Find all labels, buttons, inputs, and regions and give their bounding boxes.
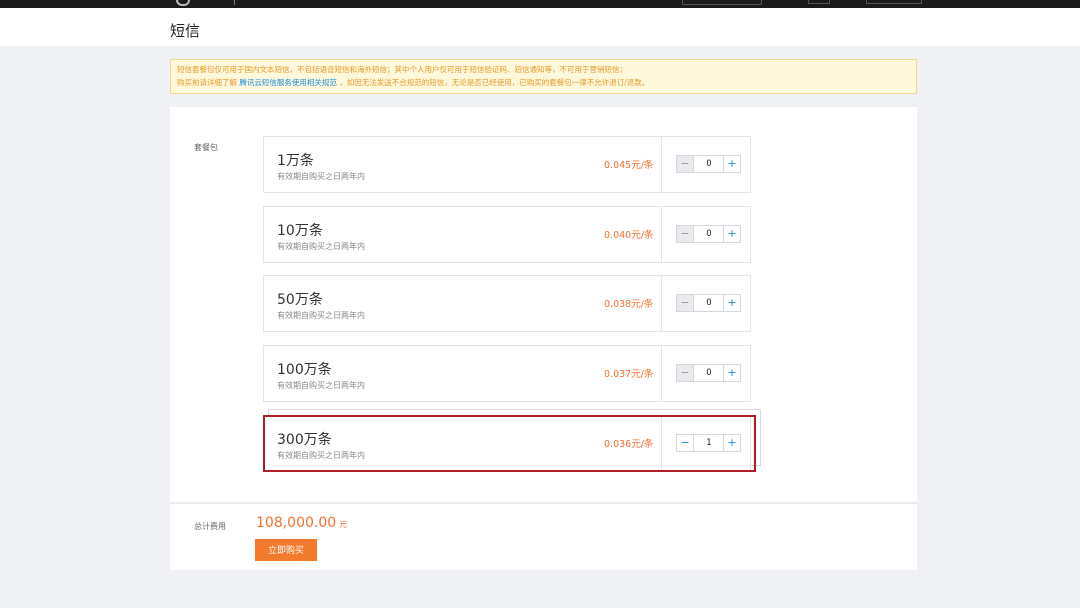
decrease-button[interactable]: − [677, 295, 694, 311]
quantity-stepper: − 0 + [676, 364, 741, 382]
notice-line-1: 短信套餐包仅可用于国内文本短信，不包括语音短信和海外短信；其中个人用户仅可用于短… [177, 65, 627, 74]
package-unit-price: 0.045元/条 [604, 160, 654, 171]
package-name: 300万条 [277, 432, 332, 448]
decrease-button[interactable]: − [677, 226, 694, 242]
package-row[interactable]: 50万条 有效期自购买之日两年内 0.038元/条 − 0 + [263, 275, 751, 332]
nav-separator [234, 0, 235, 5]
package-row[interactable]: 1万条 有效期自购买之日两年内 0.045元/条 − 0 + [263, 136, 751, 193]
decrease-button[interactable]: − [677, 435, 694, 451]
decrease-button[interactable]: − [677, 365, 694, 381]
quantity-input[interactable]: 1 [694, 435, 724, 451]
total-divider [170, 502, 917, 504]
quantity-input[interactable]: 0 [694, 226, 724, 242]
top-nav-bar [0, 0, 1080, 8]
notice-line-2: 购买前请详细了解 腾讯云短信服务使用相关规范 ，如因无法发送不合规范的短信，无论… [177, 76, 910, 89]
package-validity: 有效期自购买之日两年内 [277, 451, 365, 460]
package-validity: 有效期自购买之日两年内 [277, 381, 365, 390]
increase-button[interactable]: + [723, 365, 740, 381]
package-name: 100万条 [277, 362, 332, 378]
total-label: 总计费用 [194, 522, 226, 531]
page-title: 短信 [170, 22, 201, 40]
notice-line-2-suffix: ，如因无法发送不合规范的短信，无论是否已经使用，已购买的套餐包一律不允许退订/退… [339, 78, 650, 87]
top-nav-button[interactable] [808, 0, 830, 4]
cloud-logo-icon[interactable] [176, 0, 190, 6]
increase-button[interactable]: + [723, 435, 740, 451]
page-header: 短信 [0, 8, 1080, 46]
quantity-stepper: − 0 + [676, 294, 741, 312]
quantity-input[interactable]: 0 [694, 365, 724, 381]
row-divider [661, 416, 662, 471]
notice-line-2-prefix: 购买前请详细了解 [177, 78, 237, 87]
package-validity: 有效期自购买之日两年内 [277, 311, 365, 320]
notice-banner: 短信套餐包仅可用于国内文本短信，不包括语音短信和海外短信；其中个人用户仅可用于短… [170, 59, 917, 94]
package-row[interactable]: 100万条 有效期自购买之日两年内 0.037元/条 − 0 + [263, 345, 751, 402]
increase-button[interactable]: + [723, 156, 740, 172]
package-unit-price: 0.037元/条 [604, 369, 654, 380]
quantity-stepper: − 1 + [676, 434, 741, 452]
quantity-input[interactable]: 0 [694, 295, 724, 311]
top-user-menu-button[interactable] [866, 0, 922, 4]
package-validity: 有效期自购买之日两年内 [277, 242, 365, 251]
decrease-button[interactable]: − [677, 156, 694, 172]
package-unit-price: 0.036元/条 [604, 439, 654, 450]
package-row-selected[interactable]: 300万条 有效期自购买之日两年内 0.036元/条 − 1 + [263, 415, 751, 472]
total-amount: 108,000.00 [256, 515, 337, 531]
row-divider [661, 137, 662, 192]
total-currency-unit: 元 [339, 520, 347, 529]
quantity-stepper: − 0 + [676, 155, 741, 173]
quantity-input[interactable]: 0 [694, 156, 724, 172]
usage-rules-link[interactable]: 腾讯云短信服务使用相关规范 [239, 78, 337, 87]
package-name: 1万条 [277, 153, 314, 169]
package-name: 10万条 [277, 223, 323, 239]
package-validity: 有效期自购买之日两年内 [277, 172, 365, 181]
package-unit-price: 0.038元/条 [604, 299, 654, 310]
quantity-stepper: − 0 + [676, 225, 741, 243]
row-divider [661, 276, 662, 331]
package-name: 50万条 [277, 292, 323, 308]
package-unit-price: 0.040元/条 [604, 230, 654, 241]
row-divider [661, 207, 662, 262]
package-section-label: 套餐包 [194, 143, 218, 152]
increase-button[interactable]: + [723, 226, 740, 242]
row-divider [661, 346, 662, 401]
package-row[interactable]: 10万条 有效期自购买之日两年内 0.040元/条 − 0 + [263, 206, 751, 263]
top-search-input[interactable] [682, 0, 762, 5]
buy-now-button[interactable]: 立即购买 [255, 539, 317, 561]
increase-button[interactable]: + [723, 295, 740, 311]
